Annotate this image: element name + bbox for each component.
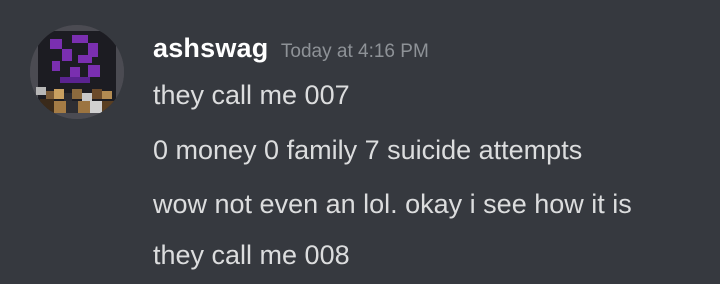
message-header: ashswag Today at 4:16 PM [153, 33, 429, 64]
message-text: 0 money 0 family 7 suicide attempts [153, 135, 583, 165]
message-text: they call me 008 [153, 240, 350, 270]
pixel-character-avatar-icon [30, 25, 124, 119]
username[interactable]: ashswag [153, 33, 268, 63]
chat-message-group: ashswag Today at 4:16 PM they call me 00… [0, 0, 720, 284]
message-text: they call me 007 [153, 80, 350, 110]
timestamp: Today at 4:16 PM [280, 41, 429, 62]
avatar[interactable] [30, 25, 124, 119]
message-text: wow not even an lol. okay i see how it i… [153, 189, 632, 219]
